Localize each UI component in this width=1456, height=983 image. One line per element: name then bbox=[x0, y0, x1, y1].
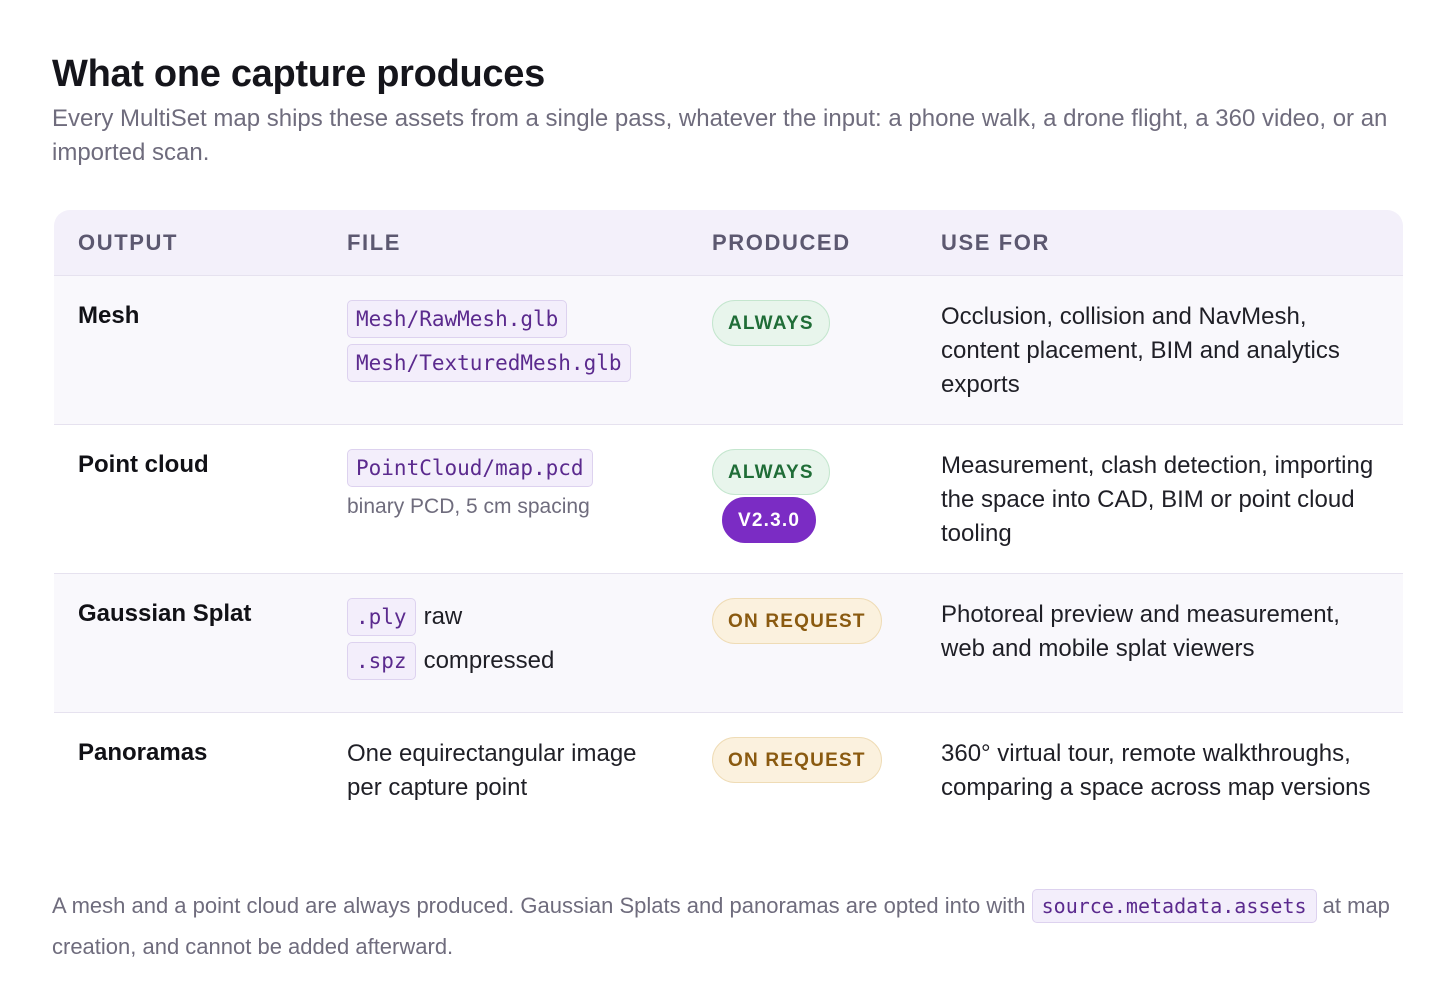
on-request-badge: ON REQUEST bbox=[712, 737, 882, 783]
file-code: PointCloud/map.pcd bbox=[347, 449, 593, 487]
footer-code: source.metadata.assets bbox=[1031, 889, 1317, 923]
produced-cell: ON REQUEST bbox=[688, 574, 917, 712]
column-header-use-for: USE FOR bbox=[941, 229, 1050, 255]
outputs-table: OUTPUT FILE PRODUCED USE FOR Mesh Mesh/R… bbox=[54, 210, 1403, 853]
file-code: Mesh/TexturedMesh.glb bbox=[347, 344, 631, 382]
file-text: One equirectangular image per capture po… bbox=[347, 740, 637, 801]
produced-cell: ON REQUEST bbox=[688, 713, 917, 853]
always-badge: ALWAYS bbox=[712, 300, 830, 346]
file-note: binary PCD, 5 cm spacing bbox=[347, 495, 590, 518]
output-name: Panoramas bbox=[78, 739, 208, 766]
use-for-text: Measurement, clash detection, importing … bbox=[941, 452, 1374, 547]
file-cell: Mesh/RawMesh.glb Mesh/TexturedMesh.glb bbox=[323, 276, 688, 426]
table-row-point-cloud: Point cloud PointCloud/map.pcd binary PC… bbox=[54, 425, 1403, 574]
table-row-mesh: Mesh Mesh/RawMesh.glb Mesh/TexturedMesh.… bbox=[54, 276, 1403, 425]
file-code: .ply bbox=[347, 598, 416, 636]
column-header-output: OUTPUT bbox=[78, 229, 179, 255]
page-intro: Every MultiSet map ships these assets fr… bbox=[52, 105, 1388, 166]
table-row-panoramas: Panoramas One equirectangular image per … bbox=[54, 713, 1403, 853]
file-code: .spz bbox=[347, 642, 416, 680]
always-badge: ALWAYS bbox=[712, 449, 830, 495]
produced-cell: ALWAYS V2.3.0 bbox=[688, 425, 917, 575]
use-for-text: Photoreal preview and measurement, web a… bbox=[941, 601, 1340, 662]
file-cell: .ply raw .spz compressed bbox=[323, 574, 688, 712]
output-name: Mesh bbox=[78, 302, 140, 329]
page: What one capture produces Every MultiSet… bbox=[0, 0, 1456, 967]
table-header: OUTPUT FILE PRODUCED USE FOR bbox=[54, 210, 1403, 276]
output-name: Point cloud bbox=[78, 451, 209, 478]
on-request-badge: ON REQUEST bbox=[712, 598, 882, 644]
page-title: What one capture produces bbox=[52, 53, 545, 95]
use-for-text: 360° virtual tour, remote walkthroughs, … bbox=[941, 740, 1371, 801]
file-cell: PointCloud/map.pcd binary PCD, 5 cm spac… bbox=[323, 425, 688, 575]
footer-text-before: A mesh and a point cloud are always prod… bbox=[52, 893, 1026, 918]
column-header-produced: PRODUCED bbox=[712, 229, 851, 255]
table-row-gaussian-splat: Gaussian Splat .ply raw .spz compressed … bbox=[54, 574, 1403, 713]
footer-note: A mesh and a point cloud are always prod… bbox=[52, 885, 1402, 967]
produced-cell: ALWAYS bbox=[688, 276, 917, 426]
column-header-file: FILE bbox=[347, 229, 402, 255]
file-code: Mesh/RawMesh.glb bbox=[347, 300, 568, 338]
version-badge: V2.3.0 bbox=[722, 497, 817, 543]
use-for-text: Occlusion, collision and NavMesh, conten… bbox=[941, 303, 1340, 398]
output-name: Gaussian Splat bbox=[78, 600, 252, 627]
file-label: compressed bbox=[423, 647, 555, 674]
file-label: raw bbox=[423, 603, 463, 630]
